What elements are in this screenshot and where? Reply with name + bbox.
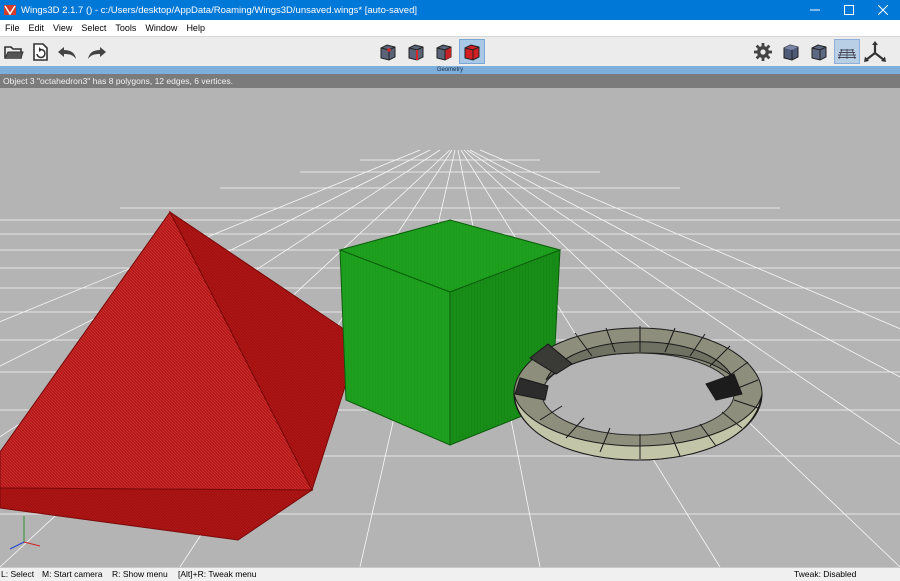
viewport-label: Geometry [436, 67, 464, 73]
face-mode-button[interactable] [431, 39, 457, 64]
smooth-shaded-cube-icon [783, 43, 799, 61]
preferences-button[interactable] [750, 39, 776, 64]
torus-object[interactable] [513, 326, 763, 461]
maximize-icon [844, 5, 854, 15]
window-title: Wings3D 2.1.7 () - c:/Users/desktop/AppD… [21, 4, 418, 16]
maximize-button[interactable] [832, 0, 866, 20]
axes-icon [864, 40, 886, 62]
save-icon [33, 42, 48, 61]
smooth-shaded-button[interactable] [778, 39, 804, 64]
vertex-mode-button[interactable] [375, 39, 401, 64]
edge-mode-icon [408, 43, 424, 61]
save-button[interactable] [27, 39, 53, 64]
octahedron-object[interactable] [0, 210, 361, 541]
edge-mode-button[interactable] [403, 39, 429, 64]
title-bar: Wings3D 2.1.7 () - c:/Users/desktop/AppD… [0, 0, 900, 20]
scene-canvas[interactable] [0, 88, 900, 567]
ground-plane-icon [838, 48, 856, 59]
close-button[interactable] [866, 0, 900, 20]
toolbar [0, 36, 900, 66]
menu-edit[interactable]: Edit [24, 20, 49, 36]
face-mode-icon [436, 43, 452, 61]
wireframe-cube-icon [811, 43, 827, 61]
axes-button[interactable] [862, 39, 888, 64]
minimize-button[interactable] [798, 0, 832, 20]
redo-icon [88, 46, 106, 59]
minimize-icon [810, 9, 820, 11]
undo-button[interactable] [55, 39, 81, 64]
vertex-mode-icon [380, 43, 396, 61]
wings3d-app-icon [4, 5, 16, 16]
open-folder-icon [4, 45, 24, 59]
status-right-click: R: Show menu [112, 569, 168, 579]
info-line: Object 3 "octahedron3" has 8 polygons, 1… [0, 74, 900, 88]
body-mode-icon [464, 43, 480, 61]
status-left-click: L: Select [1, 569, 35, 579]
undo-icon [58, 46, 76, 59]
close-icon [878, 5, 888, 15]
open-button[interactable] [1, 39, 27, 64]
status-tweak: Tweak: Disabled [794, 569, 857, 579]
geometry-viewport[interactable] [0, 88, 900, 567]
menu-tools[interactable]: Tools [110, 20, 140, 36]
ground-plane-button[interactable] [834, 39, 860, 64]
menu-select[interactable]: Select [76, 20, 110, 36]
redo-button[interactable] [83, 39, 109, 64]
menu-bar: File Edit View Select Tools Window Help [0, 20, 900, 36]
menu-window[interactable]: Window [140, 20, 181, 36]
menu-file[interactable]: File [0, 20, 24, 36]
status-alt-right: [Alt]+R: Tweak menu [178, 569, 257, 579]
menu-view[interactable]: View [48, 20, 76, 36]
viewport-label-strip: Geometry [0, 66, 900, 74]
gear-icon [754, 42, 772, 61]
body-mode-button[interactable] [459, 39, 485, 64]
status-bar: L: Select M: Start camera R: Show menu [… [0, 567, 900, 581]
wireframe-button[interactable] [806, 39, 832, 64]
status-middle-click: M: Start camera [42, 569, 103, 579]
menu-help[interactable]: Help [181, 20, 209, 36]
